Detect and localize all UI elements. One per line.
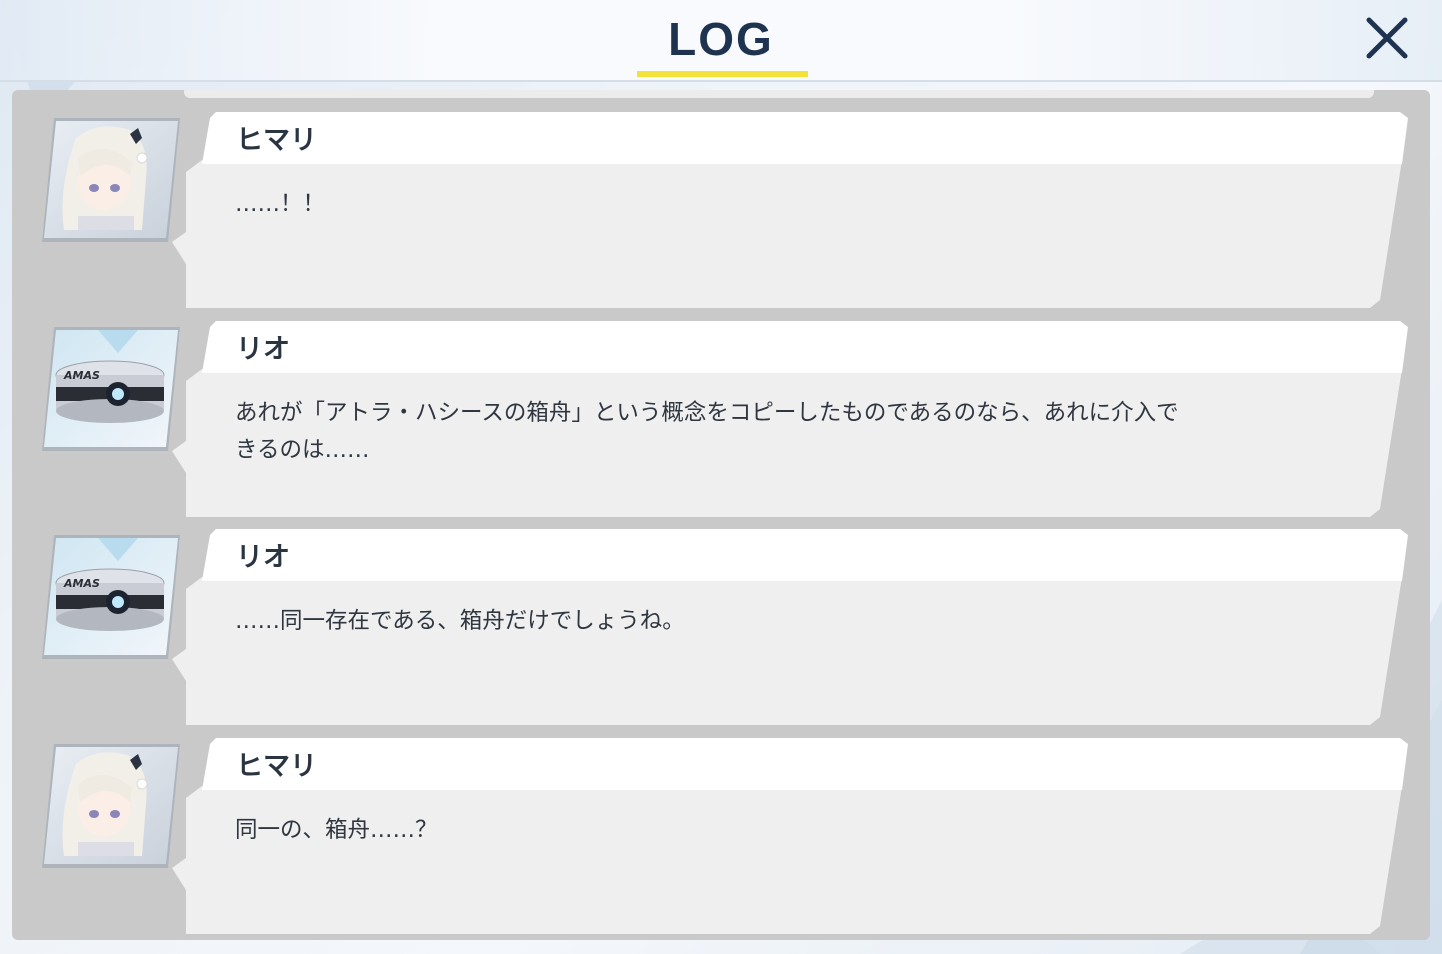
speaker-name: リオ [236, 542, 290, 573]
name-tab [202, 321, 1408, 373]
dialogue-text: あれが「アトラ・ハシースの箱舟」という概念をコピーしたものであるのなら、あれに介… [235, 400, 1179, 463]
dialogue-bubble [172, 577, 1402, 725]
himari-portrait [42, 744, 180, 868]
close-button[interactable] [1360, 12, 1414, 66]
log-header: LOG [0, 0, 1442, 82]
log-entry: AMAS リオ ……同一存在である、箱舟だけでしょうね。 [12, 507, 1430, 725]
dialogue-bubble [172, 786, 1402, 934]
page-title: LOG [668, 13, 774, 65]
log-entry: ヒマリ ……！！ [12, 90, 1430, 308]
log-list[interactable]: ヒマリ ……！！ AMAS リオ あれが「アトラ・ハシースの箱舟」という概念をコ… [12, 90, 1430, 940]
name-tab [202, 529, 1408, 581]
himari-portrait [42, 118, 180, 242]
dialogue-text: 同一の、箱舟……？ [235, 817, 438, 843]
speaker-name: ヒマリ [236, 125, 317, 156]
log-entry: ヒマリ 同一の、箱舟……？ [12, 716, 1430, 934]
log-entry: AMAS リオ あれが「アトラ・ハシースの箱舟」という概念をコピーしたものである… [12, 299, 1430, 517]
amas-label: AMAS [63, 577, 100, 590]
dialogue-text: ……同一存在である、箱舟だけでしょうね。 [235, 608, 685, 634]
name-tab [202, 738, 1408, 790]
name-tab [202, 112, 1408, 164]
amas-drone-portrait: AMAS [42, 327, 180, 451]
speaker-name: リオ [236, 334, 290, 365]
title-underline [637, 71, 808, 77]
amas-label: AMAS [63, 369, 100, 382]
dialogue-text: ……！！ [235, 191, 326, 217]
amas-drone-portrait: AMAS [42, 535, 180, 659]
dialogue-bubble [172, 160, 1402, 308]
close-icon [1366, 17, 1408, 59]
speaker-name: ヒマリ [236, 751, 317, 782]
